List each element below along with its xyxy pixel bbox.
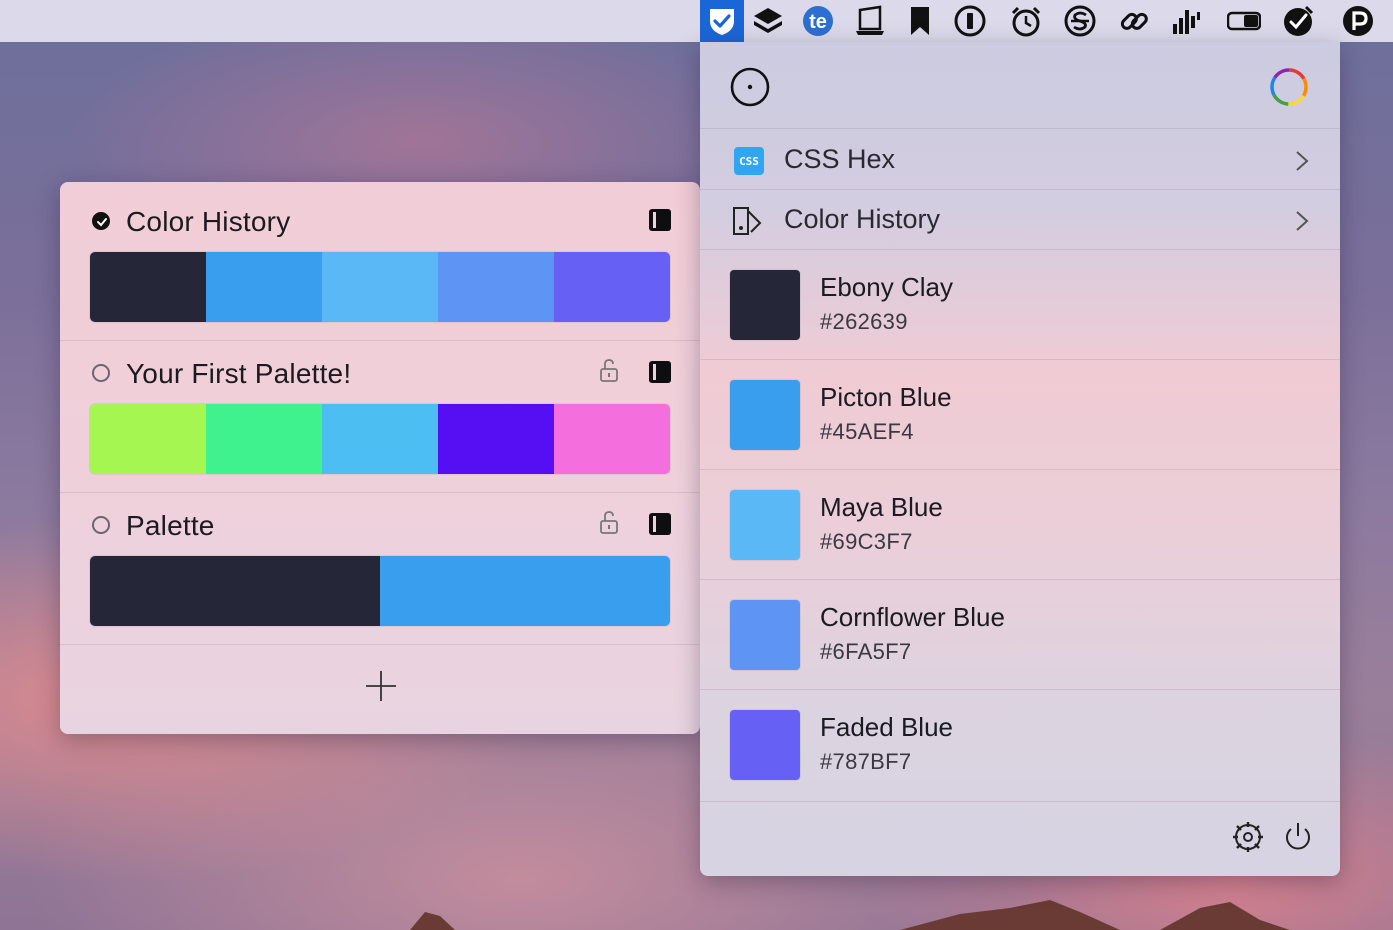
colorsnapper-icon[interactable] [1280, 3, 1316, 39]
color-picker-target-icon[interactable] [729, 66, 771, 108]
palette-menu-icon[interactable] [649, 361, 671, 383]
color-list-item[interactable]: Faded Blue #787BF7 [700, 690, 1340, 800]
settings-gear-icon[interactable] [1231, 820, 1265, 854]
te-icon[interactable]: te [800, 3, 836, 39]
swatch[interactable] [90, 556, 380, 626]
palettes-panel: Color History Your First Palette! Palett… [60, 182, 700, 734]
menu-bar: te [0, 0, 1393, 42]
color-hex: #45AEF4 [820, 419, 914, 444]
palette-swatches [90, 556, 670, 626]
selected-checkmark-icon[interactable] [92, 212, 110, 230]
color-chip [730, 270, 800, 340]
color-wheel-icon[interactable] [1268, 66, 1310, 108]
color-chip [730, 600, 800, 670]
power-icon[interactable] [1281, 820, 1315, 854]
format-menu-item[interactable]: CSS CSS Hex [700, 130, 1340, 190]
palette-title: Your First Palette! [126, 358, 352, 389]
color-chip [730, 490, 800, 560]
checkmark-shield-icon[interactable] [704, 3, 740, 39]
swatch[interactable] [90, 404, 206, 474]
swatch[interactable] [206, 252, 322, 322]
palette-palette[interactable]: Palette [60, 492, 700, 644]
color-history-menu-item[interactable]: Color History [700, 190, 1340, 250]
palette-history-icon [733, 207, 762, 235]
swatch[interactable] [554, 404, 670, 474]
radio-button[interactable] [92, 364, 110, 382]
swatch[interactable] [438, 252, 554, 322]
color-hex: #787BF7 [820, 749, 912, 774]
divider [60, 644, 700, 645]
color-list-item[interactable]: Maya Blue #69C3F7 [700, 470, 1340, 580]
1password-icon[interactable] [952, 3, 988, 39]
swatch[interactable] [554, 252, 670, 322]
palette-menu-icon[interactable] [649, 209, 671, 231]
stack-icon[interactable] [750, 3, 786, 39]
radio-button[interactable] [92, 516, 110, 534]
color-list-item[interactable]: Ebony Clay #262639 [700, 250, 1340, 360]
color-chip [730, 380, 800, 450]
p-circle-icon[interactable] [1340, 3, 1376, 39]
color-name: Picton Blue [820, 382, 952, 412]
swatch[interactable] [438, 404, 554, 474]
swatch[interactable] [322, 404, 438, 474]
s-circle-icon[interactable] [1062, 3, 1098, 39]
color-menu-panel: CSS CSS Hex Color History Ebony Clay #26… [700, 42, 1340, 876]
palette-title: Color History [126, 206, 291, 237]
color-history-label: Color History [784, 204, 941, 234]
unlock-icon[interactable] [598, 510, 622, 536]
bookmark-icon[interactable] [902, 3, 938, 39]
unlock-icon[interactable] [598, 358, 622, 384]
palette-swatches [90, 404, 670, 474]
color-name: Ebony Clay [820, 272, 953, 302]
color-hex: #6FA5F7 [820, 639, 912, 664]
chevron-right-icon [1296, 211, 1309, 231]
chevron-right-icon [1296, 151, 1309, 171]
divider [700, 128, 1340, 129]
color-list-item[interactable]: Picton Blue #45AEF4 [700, 360, 1340, 470]
palette-menu-icon[interactable] [649, 513, 671, 535]
svg-text:te: te [809, 11, 827, 33]
palette-your-first-palette[interactable]: Your First Palette! [60, 340, 700, 492]
swatch[interactable] [206, 404, 322, 474]
link-icon[interactable] [1116, 3, 1152, 39]
color-list-item[interactable]: Cornflower Blue #6FA5F7 [700, 580, 1340, 690]
color-hex: #69C3F7 [820, 529, 913, 554]
color-name: Faded Blue [820, 712, 953, 742]
signal-bars-icon[interactable] [1168, 3, 1204, 39]
toggle-icon[interactable] [1226, 3, 1262, 39]
palette-swatches [90, 252, 670, 322]
divider [700, 801, 1340, 802]
alarm-clock-icon[interactable] [1008, 3, 1044, 39]
swatch[interactable] [90, 252, 206, 322]
format-label: CSS Hex [784, 144, 896, 174]
color-name: Maya Blue [820, 492, 943, 522]
swatch[interactable] [322, 252, 438, 322]
palette-title: Palette [126, 510, 215, 541]
css-icon: CSS [734, 147, 764, 175]
add-palette-plus-icon[interactable] [365, 670, 397, 702]
desktop-mountains [410, 900, 1290, 930]
laptop-icon[interactable] [852, 3, 888, 39]
color-name: Cornflower Blue [820, 602, 1005, 632]
palette-color-history[interactable]: Color History [60, 182, 700, 340]
color-hex: #262639 [820, 309, 908, 334]
color-chip [730, 710, 800, 780]
swatch[interactable] [380, 556, 670, 626]
